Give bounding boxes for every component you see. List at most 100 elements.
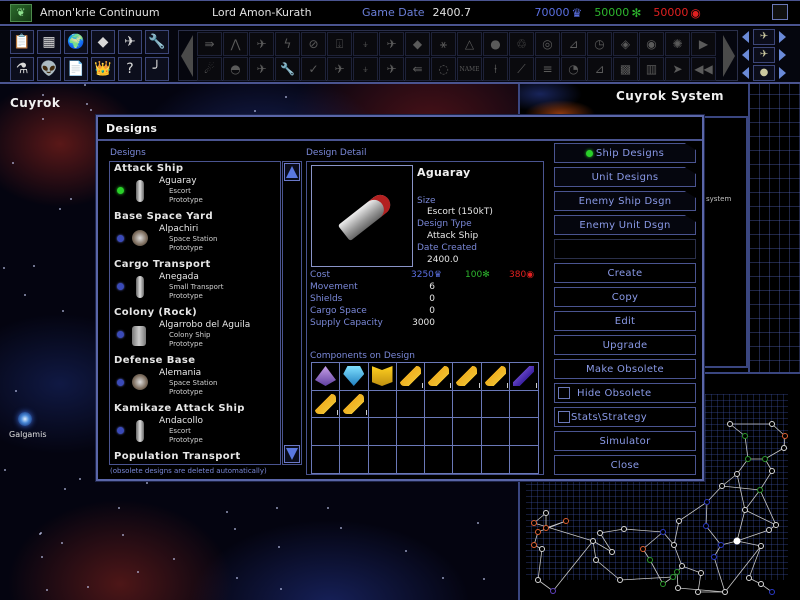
component-slot[interactable] bbox=[340, 445, 369, 473]
design-entry[interactable]: Alpachiri Space Station Prototype bbox=[114, 224, 280, 257]
ships-nav-icon[interactable]: ✈ bbox=[753, 28, 775, 45]
component-slot[interactable] bbox=[312, 418, 341, 446]
star-system-node[interactable] bbox=[762, 456, 768, 462]
toolbar-scroll-left-button[interactable] bbox=[181, 35, 193, 77]
enemy-unit-designs-tab[interactable]: Enemy Unit Dsgn bbox=[554, 215, 696, 235]
star-system-node[interactable] bbox=[718, 542, 724, 548]
component-slot[interactable] bbox=[509, 418, 538, 446]
context-command-button[interactable]: ➤ bbox=[665, 57, 690, 81]
unit-designs-tab[interactable]: Unit Designs bbox=[554, 167, 696, 187]
design-entry[interactable]: Algarrobo del Aguila Colony Ship Prototype bbox=[114, 320, 280, 353]
component-slot[interactable] bbox=[396, 363, 425, 391]
toolbar-scroll-right-button[interactable] bbox=[723, 35, 735, 77]
component-slot[interactable] bbox=[368, 418, 397, 446]
context-command-button[interactable]: ☄ bbox=[197, 57, 222, 81]
next-arrow-icon[interactable] bbox=[779, 48, 786, 61]
component-slot[interactable] bbox=[396, 418, 425, 446]
component-slot[interactable] bbox=[396, 390, 425, 418]
component-slot[interactable] bbox=[425, 363, 454, 391]
context-command-button[interactable]: ◀◀ bbox=[691, 57, 716, 81]
design-list[interactable]: Attack Ship Aguaray Escort Prototype Base Sp… bbox=[109, 161, 281, 465]
star-system-node[interactable] bbox=[535, 577, 541, 583]
context-command-button[interactable]: ◉ bbox=[639, 32, 664, 56]
stats-strategy-toggle[interactable]: Stats\Strategy bbox=[554, 407, 696, 427]
close-button[interactable]: Close bbox=[554, 455, 696, 475]
context-command-button[interactable]: ◌ bbox=[431, 57, 456, 81]
context-command-button[interactable]: ✈ bbox=[249, 32, 274, 56]
star-system-node[interactable] bbox=[773, 522, 779, 528]
context-command-button[interactable]: ⊿ bbox=[561, 32, 586, 56]
context-command-button[interactable]: ◷ bbox=[587, 32, 612, 56]
window-toggle-button[interactable] bbox=[772, 4, 788, 20]
star-system-node[interactable] bbox=[704, 499, 710, 505]
component-slot[interactable] bbox=[481, 390, 510, 418]
context-command-button[interactable]: ⚹ bbox=[431, 32, 456, 56]
star-system-node[interactable] bbox=[531, 542, 537, 548]
planets-button[interactable]: 🌍 bbox=[64, 30, 88, 54]
design-list-scrollbar[interactable] bbox=[282, 161, 302, 465]
context-command-button[interactable]: ▶ bbox=[691, 32, 716, 56]
star-system-node[interactable] bbox=[769, 421, 775, 427]
star-system-node[interactable] bbox=[543, 525, 549, 531]
component-slot[interactable] bbox=[509, 391, 538, 418]
star-system-node[interactable] bbox=[711, 554, 717, 560]
context-command-button[interactable]: ✈ bbox=[249, 57, 274, 81]
enemy-ship-designs-tab[interactable]: Enemy Ship Dsgn bbox=[554, 191, 696, 211]
star-system-node[interactable] bbox=[676, 518, 682, 524]
design-list-item[interactable]: Colony (Rock) Algarrobo del Aguila Colony … bbox=[110, 306, 280, 354]
design-list-item[interactable]: Defense Base Alemania Space Station Prototy… bbox=[110, 354, 280, 402]
star-system-node[interactable] bbox=[640, 546, 646, 552]
aliens-button[interactable]: 👽 bbox=[37, 57, 61, 81]
star-system-node[interactable] bbox=[742, 507, 748, 513]
star-system-node[interactable] bbox=[660, 581, 666, 587]
gems-button[interactable]: ◆ bbox=[91, 30, 115, 54]
context-command-button[interactable]: ◎ bbox=[535, 32, 560, 56]
context-command-button[interactable]: ⇛ bbox=[197, 32, 222, 56]
make-obsolete-button[interactable]: Make Obsolete bbox=[554, 359, 696, 379]
star-system-node[interactable] bbox=[782, 433, 788, 439]
component-slot[interactable] bbox=[481, 363, 510, 391]
component-slot[interactable] bbox=[368, 390, 397, 418]
context-command-button[interactable]: △ bbox=[457, 32, 482, 56]
star-system-node[interactable] bbox=[695, 589, 701, 595]
star-system-node[interactable] bbox=[609, 549, 615, 555]
prev-arrow-icon[interactable] bbox=[742, 48, 749, 61]
star-system-node[interactable] bbox=[734, 471, 740, 477]
component-slot[interactable] bbox=[312, 390, 341, 418]
star-system-node[interactable] bbox=[758, 581, 764, 587]
star-system-node[interactable] bbox=[727, 421, 733, 427]
context-command-button[interactable]: ◈ bbox=[613, 32, 638, 56]
design-list-item[interactable]: Kamikaze Attack Ship Andacollo Escort Proto… bbox=[110, 402, 280, 450]
star-system-node[interactable] bbox=[621, 526, 627, 532]
tools-button[interactable]: 🔧 bbox=[145, 30, 169, 54]
star-system-node[interactable] bbox=[597, 530, 603, 536]
context-command-button[interactable]: ♲ bbox=[509, 32, 534, 56]
component-slot[interactable] bbox=[510, 446, 538, 474]
empire-crown-button[interactable]: 👑 bbox=[91, 57, 115, 81]
context-command-button[interactable]: ✈ bbox=[327, 57, 352, 81]
component-slot[interactable] bbox=[340, 363, 369, 391]
prev-arrow-icon[interactable] bbox=[742, 30, 749, 43]
empire-status-button[interactable]: 📋 bbox=[10, 30, 34, 54]
simulator-button[interactable]: Simulator bbox=[554, 431, 696, 451]
star-system-node[interactable] bbox=[769, 468, 775, 474]
context-command-button[interactable]: ✓ bbox=[301, 57, 326, 81]
context-command-button[interactable]: ▥ bbox=[639, 57, 664, 81]
research-button[interactable]: ⚗ bbox=[10, 57, 34, 81]
star-system-node[interactable] bbox=[781, 445, 787, 451]
component-slot[interactable] bbox=[340, 390, 369, 418]
pipe-button[interactable]: ╯ bbox=[145, 57, 169, 81]
hide-obsolete-toggle[interactable]: Hide Obsolete bbox=[554, 383, 696, 403]
component-slot[interactable] bbox=[340, 418, 369, 446]
component-slot[interactable] bbox=[453, 445, 482, 473]
star-system-node[interactable] bbox=[539, 546, 545, 552]
context-command-button[interactable]: ⍿ bbox=[483, 57, 508, 81]
scroll-down-button[interactable] bbox=[284, 445, 300, 463]
star-system-node[interactable] bbox=[675, 585, 681, 591]
star-system-node[interactable] bbox=[719, 483, 725, 489]
context-command-button[interactable]: ⇚ bbox=[405, 57, 430, 81]
star-system-node[interactable] bbox=[742, 433, 748, 439]
component-slot[interactable] bbox=[509, 363, 538, 391]
context-command-button[interactable]: ✈ bbox=[379, 57, 404, 81]
component-slot[interactable] bbox=[425, 445, 454, 473]
